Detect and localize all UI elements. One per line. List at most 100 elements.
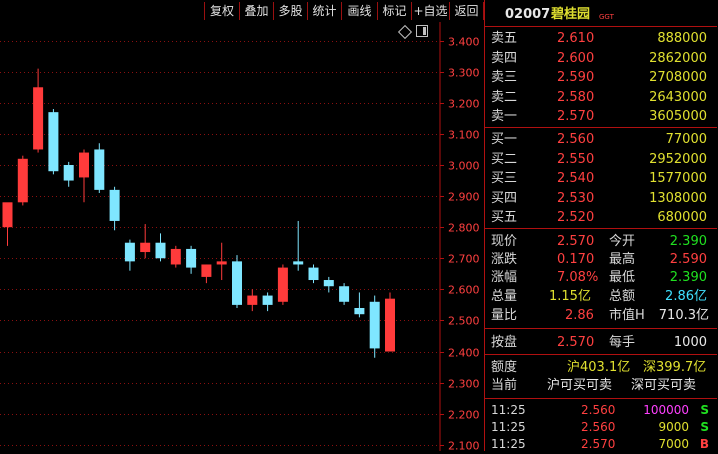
tick-side: B bbox=[699, 437, 709, 451]
pct-change: 7.08% bbox=[557, 270, 599, 285]
level-price: 2.530 bbox=[557, 190, 595, 206]
candle-body bbox=[17, 158, 28, 203]
level-label: 卖三 bbox=[491, 70, 518, 86]
quota-status-row: 当前 沪可买可卖 深可买可卖 bbox=[491, 378, 697, 393]
candle bbox=[140, 224, 151, 259]
restore-rights-button[interactable]: 复权 bbox=[204, 2, 240, 20]
tick-volume: 7000 bbox=[658, 437, 689, 451]
y-tick-label: 2.200 bbox=[448, 409, 480, 422]
ticks-divider bbox=[485, 398, 717, 399]
level-label: 买二 bbox=[491, 151, 518, 167]
y-tick-label: 3.300 bbox=[448, 67, 480, 80]
candle-body bbox=[186, 248, 197, 268]
bid-row[interactable]: 买五 2.520 680000 bbox=[485, 208, 717, 227]
candle bbox=[293, 220, 304, 271]
back-button[interactable]: 返回 bbox=[450, 2, 484, 20]
level-price: 2.600 bbox=[557, 50, 595, 66]
stock-header: 02007 碧桂园 GGT bbox=[485, 4, 717, 26]
total-volume: 1.15亿 bbox=[549, 289, 591, 304]
quota-row: 额度 沪403.1亿 深399.7亿 bbox=[491, 360, 707, 375]
overlay-button[interactable]: 叠加 bbox=[240, 2, 274, 20]
ask-row[interactable]: 卖二 2.580 2643000 bbox=[485, 88, 717, 107]
ask-row[interactable]: 卖四 2.600 2862000 bbox=[485, 49, 717, 68]
stats-row-change: 涨跌 0.170 最高 2.590 bbox=[491, 252, 707, 267]
market-cap: 710.3亿 bbox=[658, 308, 709, 323]
candle bbox=[369, 295, 380, 358]
level-price: 2.580 bbox=[557, 89, 595, 105]
y-tick-label: 2.300 bbox=[448, 378, 480, 391]
candle bbox=[308, 264, 319, 284]
level-price: 2.560 bbox=[557, 132, 595, 147]
multi-stock-button[interactable]: 多股 bbox=[274, 2, 308, 20]
candle-body bbox=[354, 308, 365, 315]
ask-row[interactable]: 卖五 2.610 888000 bbox=[485, 29, 717, 48]
level-volume: 2643000 bbox=[649, 89, 707, 105]
candle-body bbox=[277, 267, 288, 302]
candle-body bbox=[94, 149, 105, 190]
y-tick-label: 3.000 bbox=[448, 160, 480, 173]
level-label: 买一 bbox=[491, 132, 518, 147]
candle-body bbox=[293, 261, 304, 265]
y-tick-label: 2.400 bbox=[448, 347, 480, 360]
sz-status: 深可买可卖 bbox=[631, 378, 697, 393]
candle-body bbox=[369, 301, 380, 349]
candlestick-chart[interactable]: 3.400 3.300 3.200 3.100 3.000 2.900 2.800 2.700… bbox=[0, 22, 484, 451]
level-label: 买三 bbox=[491, 171, 518, 187]
candle-body bbox=[216, 261, 227, 265]
level-volume: 680000 bbox=[657, 210, 707, 226]
stats-row-volume: 总量 1.15亿 总额 2.86亿 bbox=[491, 289, 707, 304]
candle bbox=[2, 202, 13, 246]
statistics-button[interactable]: 统计 bbox=[308, 2, 342, 20]
candle-body bbox=[201, 264, 212, 277]
level-price: 2.610 bbox=[557, 31, 595, 46]
chart-canvas: 3.400 3.300 3.200 3.100 3.000 2.900 2.800 2.700… bbox=[0, 22, 480, 451]
draw-line-button[interactable]: 画线 bbox=[342, 2, 378, 20]
mark-button[interactable]: 标记 bbox=[378, 2, 412, 20]
candle bbox=[247, 289, 258, 312]
candle bbox=[262, 292, 273, 312]
stats-divider bbox=[485, 228, 717, 229]
y-tick-label: 2.700 bbox=[448, 253, 480, 266]
ask-row[interactable]: 卖一 2.570 3605000 bbox=[485, 107, 717, 126]
candle-body bbox=[48, 112, 59, 172]
bid-row[interactable]: 买三 2.540 1577000 bbox=[485, 169, 717, 188]
level-volume: 3605000 bbox=[649, 109, 707, 125]
level-volume: 2708000 bbox=[649, 70, 707, 86]
candle bbox=[354, 292, 365, 318]
add-watchlist-button[interactable]: +自选 bbox=[412, 2, 450, 20]
candle bbox=[33, 68, 44, 153]
stock-name: 碧桂园 bbox=[551, 7, 591, 22]
candle-body bbox=[385, 298, 395, 352]
bid-row[interactable]: 买四 2.530 1308000 bbox=[485, 189, 717, 208]
y-tick-label: 2.900 bbox=[448, 191, 480, 204]
stock-code: 02007 bbox=[505, 7, 551, 22]
bid-row[interactable]: 买二 2.550 2952000 bbox=[485, 150, 717, 169]
order-price: 2.570 bbox=[557, 335, 595, 350]
level-volume: 1308000 bbox=[649, 190, 707, 206]
candle bbox=[155, 233, 166, 262]
lot-size: 1000 bbox=[673, 335, 707, 350]
candle bbox=[232, 255, 242, 308]
candle bbox=[186, 245, 197, 274]
low-price: 2.390 bbox=[669, 270, 707, 285]
level-label: 卖二 bbox=[491, 89, 518, 105]
candle-body bbox=[63, 165, 74, 181]
candle bbox=[63, 161, 74, 187]
tick-row[interactable]: 11:25 2.570 7000 B bbox=[485, 435, 717, 454]
bid-row[interactable]: 买一 2.560 77000 bbox=[485, 130, 717, 149]
level-price: 2.550 bbox=[557, 151, 595, 167]
ask-row[interactable]: 卖三 2.590 2708000 bbox=[485, 68, 717, 87]
candle-body bbox=[247, 295, 258, 305]
panel-toggle-icon[interactable] bbox=[416, 25, 428, 37]
candle bbox=[124, 239, 135, 271]
candle bbox=[94, 143, 105, 193]
candle bbox=[109, 186, 120, 231]
level-price: 2.520 bbox=[557, 210, 595, 226]
candle bbox=[385, 292, 395, 352]
quote-panel: 02007 碧桂园 GGT 卖五 2.610 888000 卖四 2.600 286200… bbox=[484, 0, 718, 451]
stats-row-pct: 涨幅 7.08% 最低 2.390 bbox=[491, 270, 707, 285]
order-row: 按盘 2.570 每手 1000 bbox=[491, 335, 707, 350]
total-amount: 2.86亿 bbox=[665, 289, 707, 304]
level-price: 2.570 bbox=[557, 109, 595, 125]
candle bbox=[79, 149, 89, 203]
